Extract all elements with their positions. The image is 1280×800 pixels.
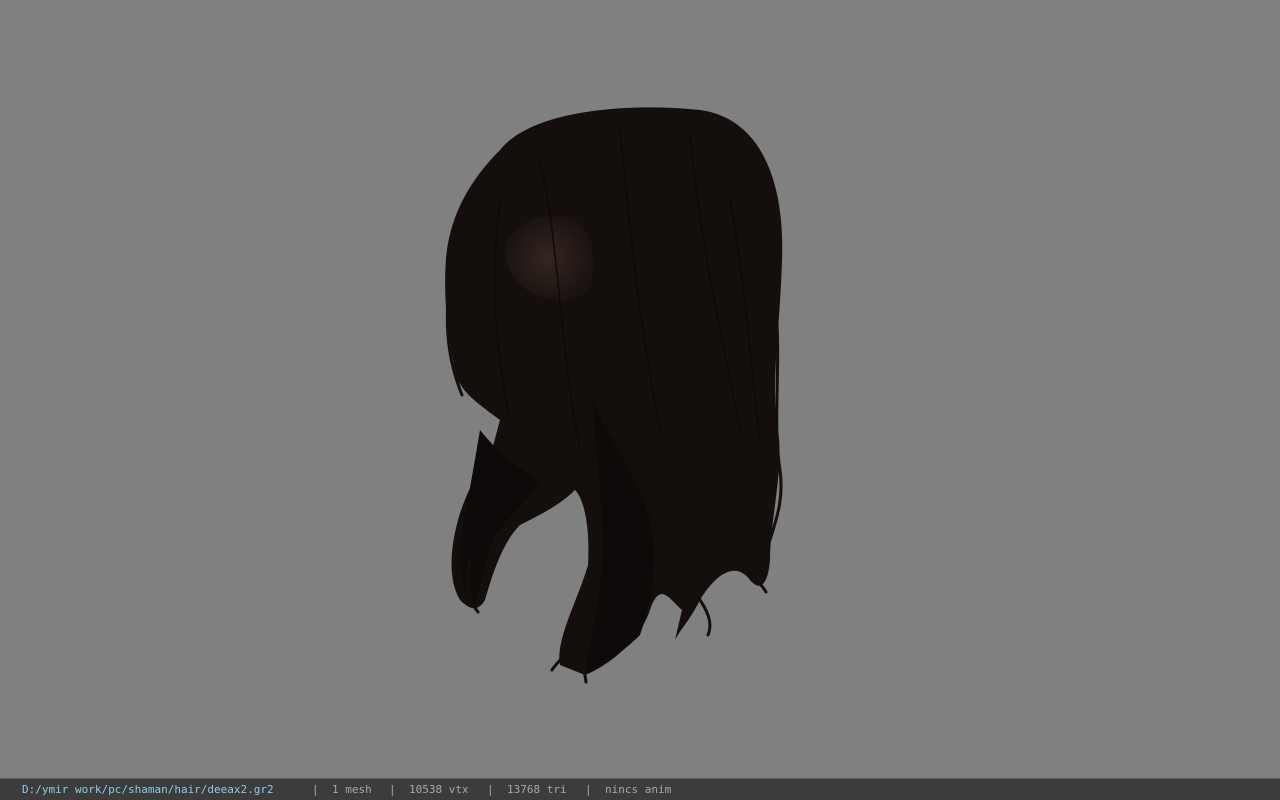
status-separator: |	[389, 783, 396, 796]
mesh-count: 1 mesh	[332, 783, 372, 796]
hair-strand	[550, 658, 562, 672]
hair-strand	[698, 598, 712, 637]
status-separator: |	[312, 783, 319, 796]
vertex-count: 10538 vtx	[409, 783, 469, 796]
hair-model-render	[445, 107, 783, 684]
triangle-count: 13768 tri	[507, 783, 567, 796]
status-bar: D:/ymir work/pc/shaman/hair/deeax2.gr2 |…	[0, 778, 1280, 800]
file-path: D:/ymir work/pc/shaman/hair/deeax2.gr2	[22, 783, 274, 796]
3d-viewport[interactable]	[0, 0, 1280, 778]
animation-status: nincs anim	[605, 783, 672, 796]
status-separator: |	[487, 783, 494, 796]
status-separator: |	[585, 783, 592, 796]
